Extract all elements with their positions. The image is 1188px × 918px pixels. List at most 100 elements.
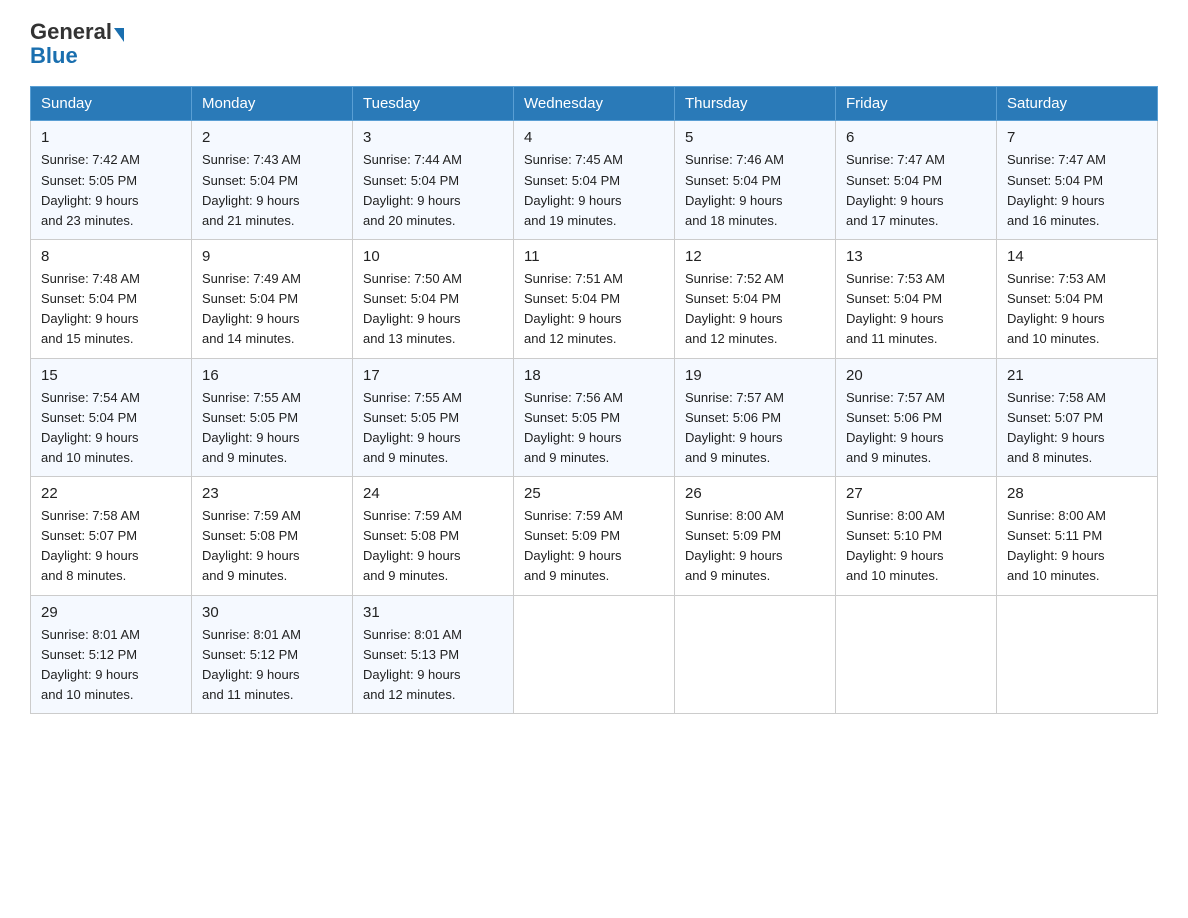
day-cell: 4 Sunrise: 7:45 AMSunset: 5:04 PMDayligh… xyxy=(514,121,675,240)
day-number: 28 xyxy=(1007,485,1147,502)
calendar-body: 1 Sunrise: 7:42 AMSunset: 5:05 PMDayligh… xyxy=(31,121,1158,714)
logo-blue-text: Blue xyxy=(30,43,78,68)
calendar-table: SundayMondayTuesdayWednesdayThursdayFrid… xyxy=(30,86,1158,714)
week-row-2: 8 Sunrise: 7:48 AMSunset: 5:04 PMDayligh… xyxy=(31,239,1158,358)
day-cell: 26 Sunrise: 8:00 AMSunset: 5:09 PMDaylig… xyxy=(675,477,836,596)
day-info: Sunrise: 8:00 AMSunset: 5:09 PMDaylight:… xyxy=(685,508,784,583)
day-cell: 22 Sunrise: 7:58 AMSunset: 5:07 PMDaylig… xyxy=(31,477,192,596)
day-cell: 30 Sunrise: 8:01 AMSunset: 5:12 PMDaylig… xyxy=(192,595,353,714)
day-info: Sunrise: 8:01 AMSunset: 5:12 PMDaylight:… xyxy=(41,627,140,702)
day-number: 4 xyxy=(524,129,664,146)
day-number: 31 xyxy=(363,604,503,621)
logo-general-text: General xyxy=(30,19,112,44)
day-info: Sunrise: 7:42 AMSunset: 5:05 PMDaylight:… xyxy=(41,152,140,227)
day-info: Sunrise: 7:55 AMSunset: 5:05 PMDaylight:… xyxy=(363,390,462,465)
day-number: 2 xyxy=(202,129,342,146)
header-cell-monday: Monday xyxy=(192,87,353,121)
day-info: Sunrise: 7:50 AMSunset: 5:04 PMDaylight:… xyxy=(363,271,462,346)
day-number: 26 xyxy=(685,485,825,502)
day-number: 7 xyxy=(1007,129,1147,146)
day-cell: 18 Sunrise: 7:56 AMSunset: 5:05 PMDaylig… xyxy=(514,358,675,477)
day-cell: 25 Sunrise: 7:59 AMSunset: 5:09 PMDaylig… xyxy=(514,477,675,596)
day-number: 27 xyxy=(846,485,986,502)
day-info: Sunrise: 7:57 AMSunset: 5:06 PMDaylight:… xyxy=(685,390,784,465)
day-info: Sunrise: 7:56 AMSunset: 5:05 PMDaylight:… xyxy=(524,390,623,465)
day-number: 1 xyxy=(41,129,181,146)
day-number: 21 xyxy=(1007,367,1147,384)
day-info: Sunrise: 7:49 AMSunset: 5:04 PMDaylight:… xyxy=(202,271,301,346)
header: General Blue xyxy=(30,20,1158,68)
header-cell-wednesday: Wednesday xyxy=(514,87,675,121)
day-number: 10 xyxy=(363,248,503,265)
day-info: Sunrise: 8:00 AMSunset: 5:10 PMDaylight:… xyxy=(846,508,945,583)
day-cell: 15 Sunrise: 7:54 AMSunset: 5:04 PMDaylig… xyxy=(31,358,192,477)
day-cell: 17 Sunrise: 7:55 AMSunset: 5:05 PMDaylig… xyxy=(353,358,514,477)
day-number: 16 xyxy=(202,367,342,384)
day-number: 18 xyxy=(524,367,664,384)
week-row-4: 22 Sunrise: 7:58 AMSunset: 5:07 PMDaylig… xyxy=(31,477,1158,596)
day-cell: 5 Sunrise: 7:46 AMSunset: 5:04 PMDayligh… xyxy=(675,121,836,240)
day-number: 30 xyxy=(202,604,342,621)
week-row-5: 29 Sunrise: 8:01 AMSunset: 5:12 PMDaylig… xyxy=(31,595,1158,714)
day-number: 22 xyxy=(41,485,181,502)
day-info: Sunrise: 7:43 AMSunset: 5:04 PMDaylight:… xyxy=(202,152,301,227)
day-number: 19 xyxy=(685,367,825,384)
day-cell: 19 Sunrise: 7:57 AMSunset: 5:06 PMDaylig… xyxy=(675,358,836,477)
day-info: Sunrise: 7:58 AMSunset: 5:07 PMDaylight:… xyxy=(1007,390,1106,465)
day-cell: 8 Sunrise: 7:48 AMSunset: 5:04 PMDayligh… xyxy=(31,239,192,358)
day-info: Sunrise: 8:01 AMSunset: 5:12 PMDaylight:… xyxy=(202,627,301,702)
day-number: 5 xyxy=(685,129,825,146)
day-info: Sunrise: 7:59 AMSunset: 5:08 PMDaylight:… xyxy=(202,508,301,583)
week-row-3: 15 Sunrise: 7:54 AMSunset: 5:04 PMDaylig… xyxy=(31,358,1158,477)
header-cell-tuesday: Tuesday xyxy=(353,87,514,121)
day-info: Sunrise: 7:46 AMSunset: 5:04 PMDaylight:… xyxy=(685,152,784,227)
day-info: Sunrise: 8:00 AMSunset: 5:11 PMDaylight:… xyxy=(1007,508,1106,583)
day-cell: 23 Sunrise: 7:59 AMSunset: 5:08 PMDaylig… xyxy=(192,477,353,596)
day-cell: 11 Sunrise: 7:51 AMSunset: 5:04 PMDaylig… xyxy=(514,239,675,358)
day-info: Sunrise: 7:53 AMSunset: 5:04 PMDaylight:… xyxy=(846,271,945,346)
day-info: Sunrise: 7:59 AMSunset: 5:09 PMDaylight:… xyxy=(524,508,623,583)
day-info: Sunrise: 7:59 AMSunset: 5:08 PMDaylight:… xyxy=(363,508,462,583)
header-cell-saturday: Saturday xyxy=(997,87,1158,121)
day-cell: 10 Sunrise: 7:50 AMSunset: 5:04 PMDaylig… xyxy=(353,239,514,358)
day-cell: 1 Sunrise: 7:42 AMSunset: 5:05 PMDayligh… xyxy=(31,121,192,240)
day-number: 20 xyxy=(846,367,986,384)
day-cell: 29 Sunrise: 8:01 AMSunset: 5:12 PMDaylig… xyxy=(31,595,192,714)
logo: General Blue xyxy=(30,20,124,68)
day-number: 29 xyxy=(41,604,181,621)
day-info: Sunrise: 7:45 AMSunset: 5:04 PMDaylight:… xyxy=(524,152,623,227)
day-cell xyxy=(836,595,997,714)
day-info: Sunrise: 7:53 AMSunset: 5:04 PMDaylight:… xyxy=(1007,271,1106,346)
day-cell: 2 Sunrise: 7:43 AMSunset: 5:04 PMDayligh… xyxy=(192,121,353,240)
day-info: Sunrise: 8:01 AMSunset: 5:13 PMDaylight:… xyxy=(363,627,462,702)
day-number: 12 xyxy=(685,248,825,265)
day-cell: 9 Sunrise: 7:49 AMSunset: 5:04 PMDayligh… xyxy=(192,239,353,358)
day-cell xyxy=(514,595,675,714)
day-cell: 24 Sunrise: 7:59 AMSunset: 5:08 PMDaylig… xyxy=(353,477,514,596)
day-cell: 12 Sunrise: 7:52 AMSunset: 5:04 PMDaylig… xyxy=(675,239,836,358)
day-info: Sunrise: 7:57 AMSunset: 5:06 PMDaylight:… xyxy=(846,390,945,465)
header-cell-sunday: Sunday xyxy=(31,87,192,121)
day-cell: 7 Sunrise: 7:47 AMSunset: 5:04 PMDayligh… xyxy=(997,121,1158,240)
day-cell: 6 Sunrise: 7:47 AMSunset: 5:04 PMDayligh… xyxy=(836,121,997,240)
day-info: Sunrise: 7:54 AMSunset: 5:04 PMDaylight:… xyxy=(41,390,140,465)
day-cell: 20 Sunrise: 7:57 AMSunset: 5:06 PMDaylig… xyxy=(836,358,997,477)
header-cell-thursday: Thursday xyxy=(675,87,836,121)
week-row-1: 1 Sunrise: 7:42 AMSunset: 5:05 PMDayligh… xyxy=(31,121,1158,240)
day-info: Sunrise: 7:47 AMSunset: 5:04 PMDaylight:… xyxy=(846,152,945,227)
logo-general-line: General xyxy=(30,20,124,44)
day-cell: 13 Sunrise: 7:53 AMSunset: 5:04 PMDaylig… xyxy=(836,239,997,358)
day-number: 14 xyxy=(1007,248,1147,265)
day-number: 25 xyxy=(524,485,664,502)
calendar-header: SundayMondayTuesdayWednesdayThursdayFrid… xyxy=(31,87,1158,121)
day-info: Sunrise: 7:48 AMSunset: 5:04 PMDaylight:… xyxy=(41,271,140,346)
day-cell: 21 Sunrise: 7:58 AMSunset: 5:07 PMDaylig… xyxy=(997,358,1158,477)
day-number: 15 xyxy=(41,367,181,384)
day-cell: 16 Sunrise: 7:55 AMSunset: 5:05 PMDaylig… xyxy=(192,358,353,477)
day-info: Sunrise: 7:47 AMSunset: 5:04 PMDaylight:… xyxy=(1007,152,1106,227)
header-cell-friday: Friday xyxy=(836,87,997,121)
day-number: 13 xyxy=(846,248,986,265)
day-number: 8 xyxy=(41,248,181,265)
day-info: Sunrise: 7:51 AMSunset: 5:04 PMDaylight:… xyxy=(524,271,623,346)
day-info: Sunrise: 7:44 AMSunset: 5:04 PMDaylight:… xyxy=(363,152,462,227)
